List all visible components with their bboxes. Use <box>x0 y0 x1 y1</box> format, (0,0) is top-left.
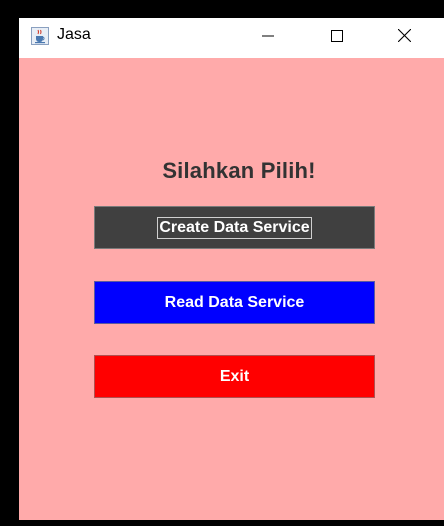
maximize-button[interactable] <box>314 18 360 58</box>
close-icon <box>397 28 411 47</box>
app-window: Jasa Silahkan Pilih! Create Data Service… <box>19 18 444 520</box>
title-bar[interactable]: Jasa <box>19 18 444 58</box>
content-panel: Silahkan Pilih! Create Data Service Read… <box>19 58 444 520</box>
read-data-service-button[interactable]: Read Data Service <box>94 281 375 324</box>
maximize-icon <box>331 29 343 47</box>
create-data-service-label: Create Data Service <box>157 216 312 239</box>
page-title: Silahkan Pilih! <box>162 158 316 183</box>
window-title: Jasa <box>57 26 91 43</box>
java-cup-icon <box>31 27 49 45</box>
exit-label: Exit <box>219 367 250 385</box>
read-data-service-label: Read Data Service <box>164 293 305 311</box>
minimize-icon <box>262 29 274 47</box>
exit-button[interactable]: Exit <box>94 355 375 398</box>
close-button[interactable] <box>381 18 427 58</box>
minimize-button[interactable] <box>245 18 291 58</box>
create-data-service-button[interactable]: Create Data Service <box>94 206 375 249</box>
